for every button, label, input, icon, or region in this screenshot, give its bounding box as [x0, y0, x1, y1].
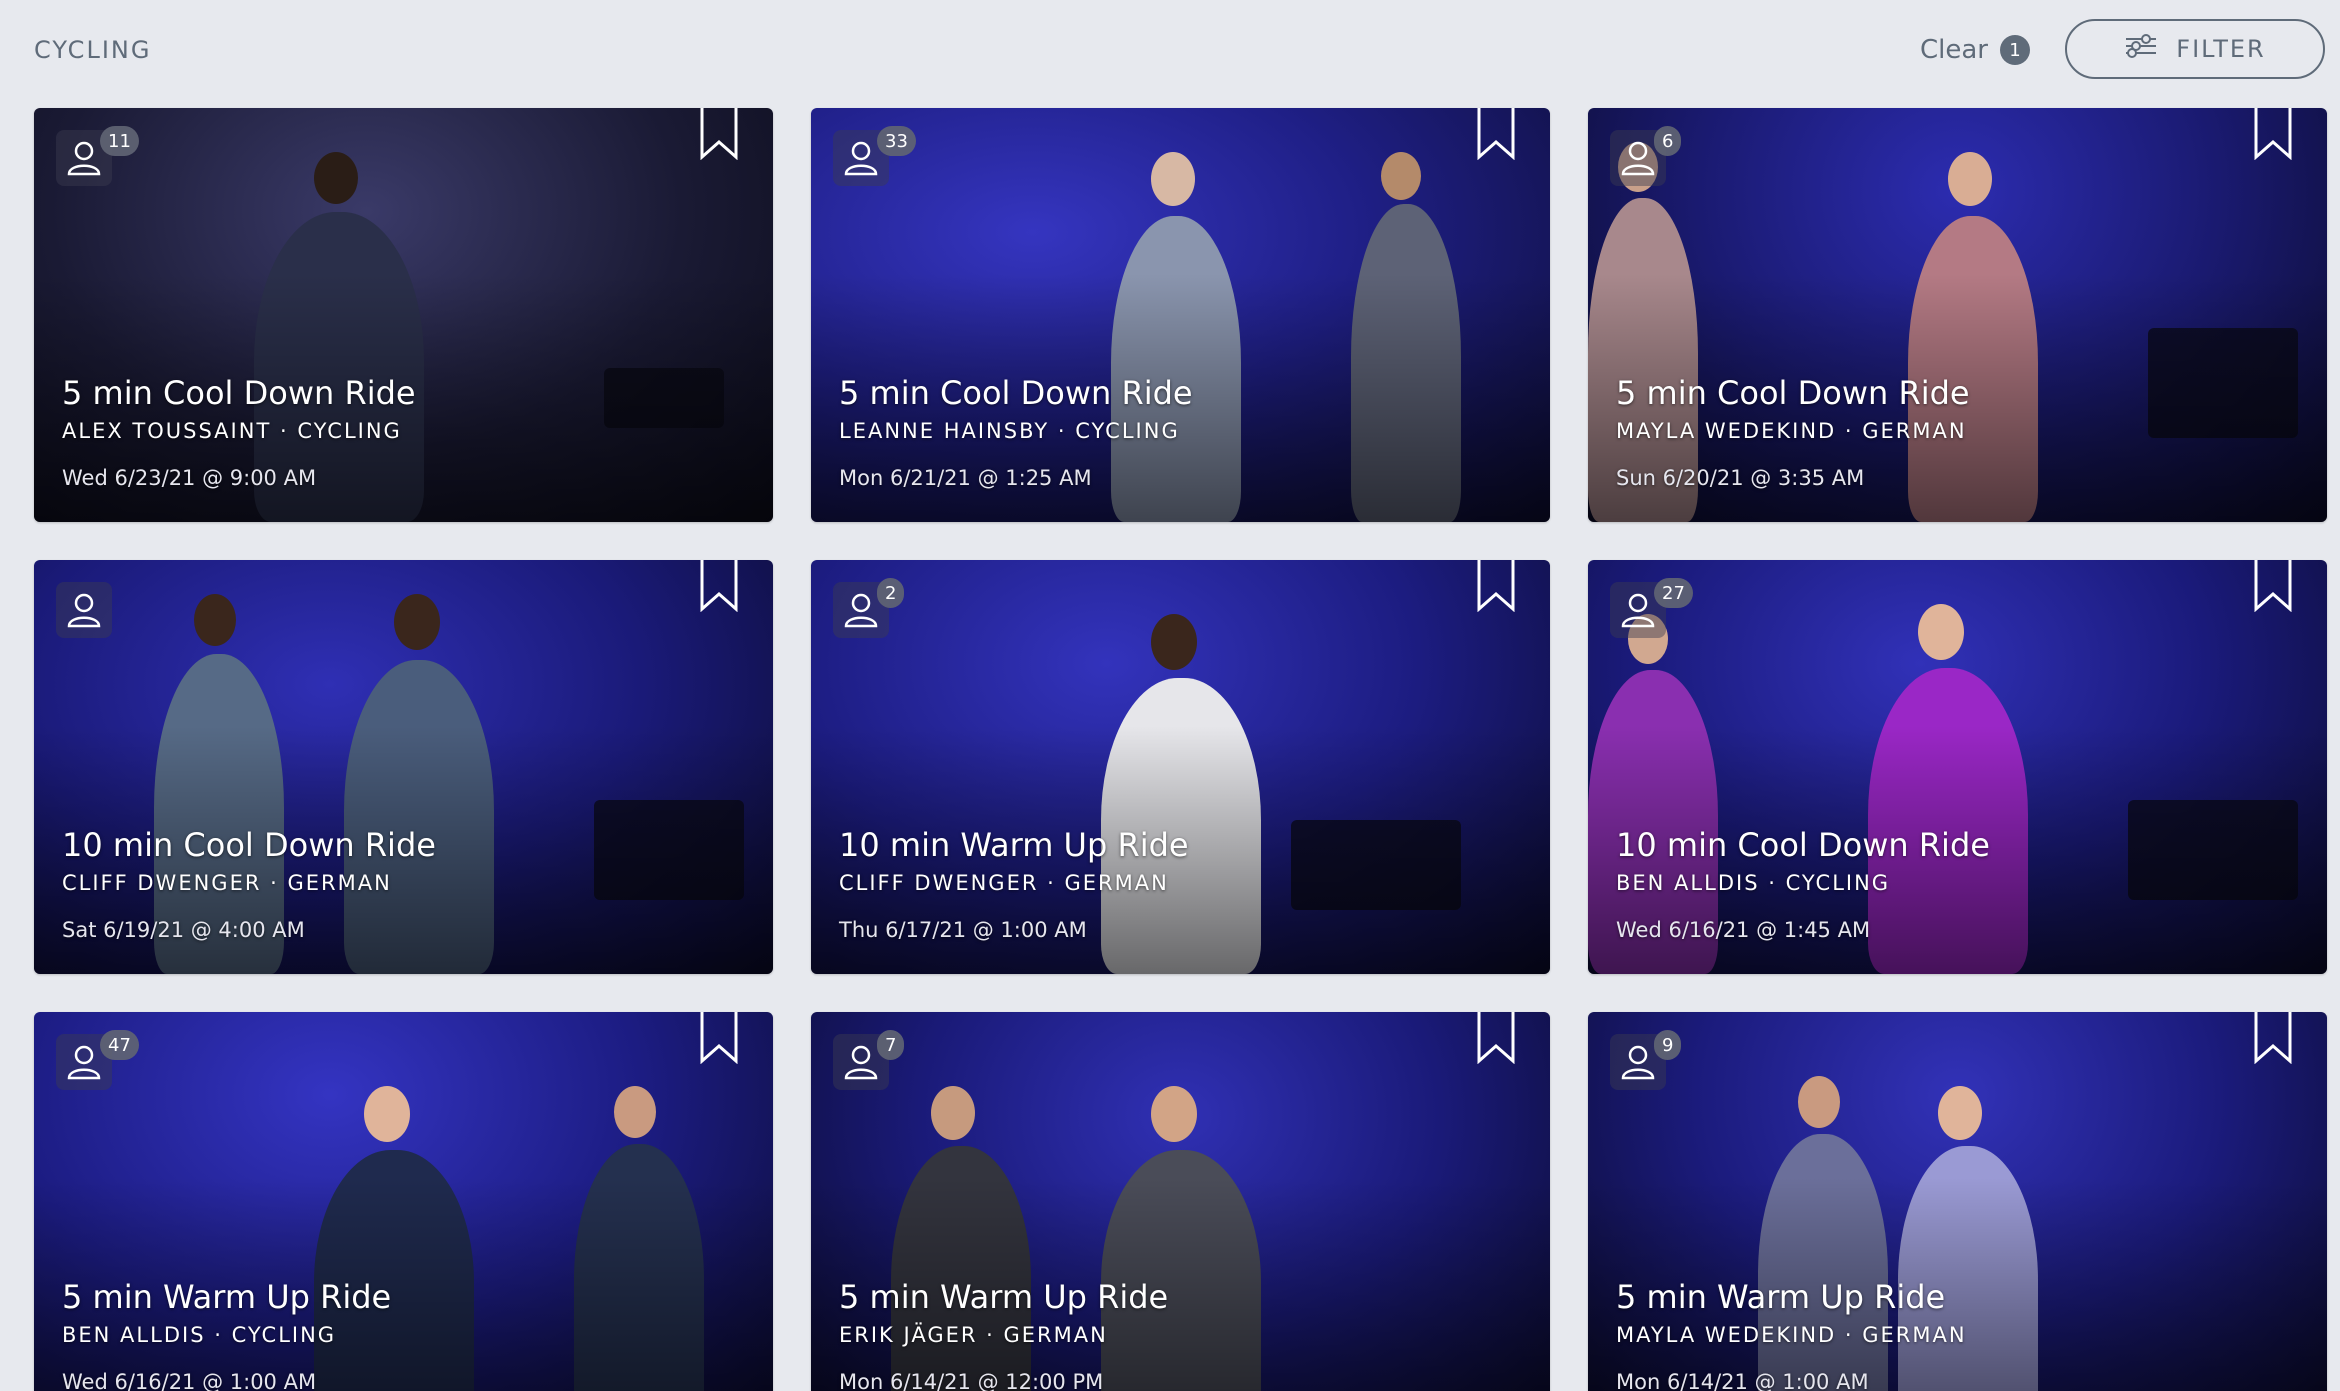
class-library-page: CYCLING Clear 1 FILTER 11 5 min Cool Dow… — [0, 0, 2340, 1391]
user-icon — [56, 582, 112, 638]
instructor-name: ALEX TOUSSAINT — [62, 419, 272, 443]
class-category: GERMAN — [1064, 871, 1169, 895]
class-date: Wed 6/16/21 @ 1:00 AM — [62, 1370, 317, 1391]
instructor-name: CLIFF DWENGER — [62, 871, 262, 895]
bookmark-icon[interactable] — [2253, 560, 2293, 613]
class-date: Mon 6/14/21 @ 1:00 AM — [1616, 1370, 1869, 1391]
class-grid: 11 5 min Cool Down Ride ALEX TOUSSAINT ·… — [34, 108, 2327, 1391]
class-title: 5 min Warm Up Ride — [839, 1278, 1169, 1316]
class-title: 10 min Cool Down Ride — [62, 826, 436, 864]
bookmark-icon[interactable] — [1476, 108, 1516, 161]
class-category: GERMAN — [1003, 1323, 1108, 1347]
class-meta: ALEX TOUSSAINT · CYCLING — [62, 419, 402, 443]
friends-taken-count: 2 — [877, 578, 905, 608]
friends-taken-count: 11 — [100, 126, 139, 156]
class-meta: BEN ALLDIS · CYCLING — [62, 1323, 337, 1347]
instructor-name: ERIK JÄGER — [839, 1323, 978, 1347]
class-card[interactable]: 6 5 min Cool Down Ride MAYLA WEDEKIND · … — [1588, 108, 2327, 522]
class-date: Mon 6/14/21 @ 12:00 PM — [839, 1370, 1104, 1391]
instructor-name: CLIFF DWENGER — [839, 871, 1039, 895]
page-title: CYCLING — [34, 36, 152, 64]
bookmark-icon[interactable] — [1476, 560, 1516, 613]
bookmark-icon[interactable] — [2253, 1012, 2293, 1065]
class-title: 5 min Cool Down Ride — [62, 374, 416, 412]
class-date: Wed 6/16/21 @ 1:45 AM — [1616, 918, 1871, 942]
class-date: Thu 6/17/21 @ 1:00 AM — [839, 918, 1087, 942]
class-title: 5 min Cool Down Ride — [839, 374, 1193, 412]
class-title: 5 min Warm Up Ride — [62, 1278, 392, 1316]
class-card[interactable]: 9 5 min Warm Up Ride MAYLA WEDEKIND · GE… — [1588, 1012, 2327, 1391]
instructor-name: BEN ALLDIS — [1616, 871, 1760, 895]
class-card[interactable]: 47 5 min Warm Up Ride BEN ALLDIS · CYCLI… — [34, 1012, 773, 1391]
class-card[interactable]: 27 10 min Cool Down Ride BEN ALLDIS · CY… — [1588, 560, 2327, 974]
class-category: GERMAN — [287, 871, 392, 895]
clear-filters-button[interactable]: Clear 1 — [1920, 32, 2030, 68]
class-card[interactable]: 33 5 min Cool Down Ride LEANNE HAINSBY ·… — [811, 108, 1550, 522]
class-category: CYCLING — [1075, 419, 1180, 443]
class-category: CYCLING — [231, 1323, 337, 1347]
sliders-icon — [2124, 33, 2158, 65]
class-title: 5 min Cool Down Ride — [1616, 374, 1970, 412]
class-meta: CLIFF DWENGER · GERMAN — [62, 871, 392, 895]
instructor-name: BEN ALLDIS — [62, 1323, 206, 1347]
class-date: Sun 6/20/21 @ 3:35 AM — [1616, 466, 1865, 490]
class-title: 10 min Cool Down Ride — [1616, 826, 1990, 864]
friends-taken-count: 9 — [1654, 1030, 1682, 1060]
bookmark-icon[interactable] — [699, 560, 739, 613]
class-category: CYCLING — [297, 419, 402, 443]
class-card[interactable]: 2 10 min Warm Up Ride CLIFF DWENGER · GE… — [811, 560, 1550, 974]
clear-label: Clear — [1920, 35, 1988, 65]
filter-button[interactable]: FILTER — [2065, 19, 2325, 79]
class-title: 5 min Warm Up Ride — [1616, 1278, 1946, 1316]
class-card[interactable]: 7 5 min Warm Up Ride ERIK JÄGER · GERMAN… — [811, 1012, 1550, 1391]
class-meta: ERIK JÄGER · GERMAN — [839, 1323, 1108, 1347]
class-date: Wed 6/23/21 @ 9:00 AM — [62, 466, 317, 490]
bookmark-icon[interactable] — [699, 108, 739, 161]
bookmark-icon[interactable] — [1476, 1012, 1516, 1065]
class-card[interactable]: 10 min Cool Down Ride CLIFF DWENGER · GE… — [34, 560, 773, 974]
instructor-name: MAYLA WEDEKIND — [1616, 1323, 1837, 1347]
class-category: CYCLING — [1785, 871, 1891, 895]
active-filter-count-badge: 1 — [2000, 35, 2030, 65]
class-category: GERMAN — [1862, 419, 1967, 443]
friends-taken-count: 6 — [1654, 126, 1682, 156]
friends-taken-count: 47 — [100, 1030, 139, 1060]
class-date: Sat 6/19/21 @ 4:00 AM — [62, 918, 305, 942]
class-card[interactable]: 11 5 min Cool Down Ride ALEX TOUSSAINT ·… — [34, 108, 773, 522]
class-category: GERMAN — [1862, 1323, 1967, 1347]
friends-taken-count: 33 — [877, 126, 916, 156]
bookmark-icon[interactable] — [2253, 108, 2293, 161]
filter-label: FILTER — [2176, 35, 2266, 63]
class-meta: LEANNE HAINSBY · CYCLING — [839, 419, 1180, 443]
instructor-name: LEANNE HAINSBY — [839, 419, 1050, 443]
class-meta: MAYLA WEDEKIND · GERMAN — [1616, 1323, 1967, 1347]
friends-taken-count: 27 — [1654, 578, 1693, 608]
instructor-name: MAYLA WEDEKIND — [1616, 419, 1837, 443]
class-meta: MAYLA WEDEKIND · GERMAN — [1616, 419, 1967, 443]
class-meta: BEN ALLDIS · CYCLING — [1616, 871, 1891, 895]
class-date: Mon 6/21/21 @ 1:25 AM — [839, 466, 1092, 490]
friends-taken-count: 7 — [877, 1030, 905, 1060]
class-title: 10 min Warm Up Ride — [839, 826, 1189, 864]
bookmark-icon[interactable] — [699, 1012, 739, 1065]
class-meta: CLIFF DWENGER · GERMAN — [839, 871, 1169, 895]
